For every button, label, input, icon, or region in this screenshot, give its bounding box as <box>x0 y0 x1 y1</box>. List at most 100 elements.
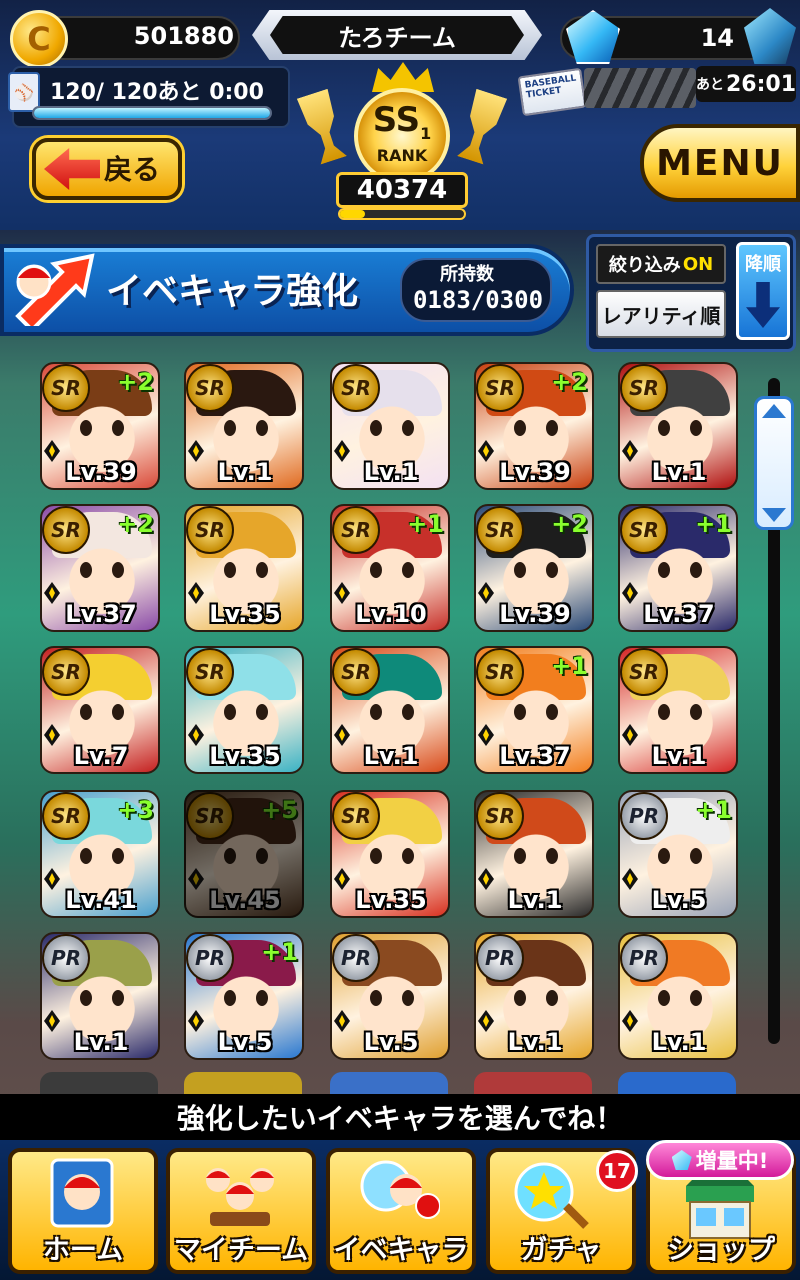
character-card[interactable]: SR +1 Lv.10 <box>330 504 450 632</box>
character-card[interactable]: SR Lv.1 <box>330 646 450 774</box>
stamina-text: 120/ 120あと 0:00 <box>50 80 264 105</box>
rarity-badge: SR <box>476 364 524 412</box>
character-card[interactable]: SR +1 Lv.37 <box>474 646 594 774</box>
rarity-badge: SR <box>620 364 668 412</box>
sort-order-label: 降順 <box>745 254 781 275</box>
home-book-icon <box>50 1158 114 1228</box>
character-eye <box>370 848 382 864</box>
character-level: Lv.1 <box>507 1028 563 1056</box>
character-eye <box>658 420 670 436</box>
gem-value: 14 <box>700 24 734 52</box>
menu-button[interactable]: MENU <box>640 124 800 202</box>
character-card[interactable]: SR Lv.1 <box>474 790 594 918</box>
back-button-label: 戻る <box>104 153 161 186</box>
character-card[interactable]: SR Lv.1 <box>184 362 304 490</box>
coin-icon: C <box>10 10 68 68</box>
character-eye <box>690 848 702 864</box>
character-level: Lv.39 <box>499 600 571 628</box>
shop-bonus-badge: 増量中! <box>646 1140 794 1180</box>
character-card[interactable]: SR Lv.35 <box>184 646 304 774</box>
character-eye <box>546 990 558 1006</box>
partial-card <box>330 1072 448 1094</box>
rarity-badge: SR <box>476 506 524 554</box>
instruction-text: 強化したいイベキャラを選んでね！ <box>0 1094 800 1140</box>
shop-badge-text: 増量中! <box>695 1149 769 1173</box>
rarity-badge: PR <box>186 934 234 982</box>
character-level: Lv.1 <box>651 1028 707 1056</box>
character-card[interactable]: SR +5 Lv.45 <box>184 790 304 918</box>
character-card[interactable]: SR +3 Lv.41 <box>40 790 160 918</box>
owned-count-value: 0183/0300 <box>412 286 544 314</box>
rarity-badge: SR <box>186 506 234 554</box>
team-name[interactable]: たろチーム <box>270 16 524 54</box>
rarity-badge: SR <box>42 364 90 412</box>
filter-label: 絞り込み <box>608 255 681 276</box>
character-level: Lv.10 <box>355 600 427 628</box>
character-card[interactable]: SR Lv.35 <box>184 504 304 632</box>
character-eye <box>256 990 268 1006</box>
character-level: Lv.45 <box>209 886 281 914</box>
character-card[interactable]: SR Lv.1 <box>618 362 738 490</box>
character-level: Lv.1 <box>73 1028 129 1056</box>
character-card[interactable]: PR Lv.1 <box>474 932 594 1060</box>
character-level: Lv.1 <box>363 742 419 770</box>
character-card[interactable]: SR +2 Lv.37 <box>40 504 160 632</box>
ticket-timer: あと 26:01 <box>696 66 796 102</box>
nav-shop-label: ショップ <box>667 1235 775 1266</box>
character-eye <box>224 704 236 720</box>
character-eye <box>224 848 236 864</box>
bonus-plus-badge: +1 <box>551 652 588 680</box>
character-eye <box>514 562 526 578</box>
nav-home-label: ホーム <box>42 1235 124 1266</box>
nav-evechara-label: イベキャラ <box>333 1235 469 1266</box>
bonus-plus-badge: +3 <box>117 796 154 824</box>
character-card[interactable]: SR +1 Lv.37 <box>618 504 738 632</box>
character-card[interactable]: SR +2 Lv.39 <box>40 362 160 490</box>
bonus-plus-badge: +1 <box>695 510 732 538</box>
character-eye <box>546 420 558 436</box>
bonus-plus-badge: +5 <box>261 796 298 824</box>
character-card[interactable]: PR Lv.1 <box>618 932 738 1060</box>
filter-toggle[interactable]: 絞り込み ON <box>596 244 726 284</box>
stamina-bar-fill <box>34 108 270 118</box>
rarity-badge: SR <box>186 648 234 696</box>
rank-progress-fill <box>340 210 365 218</box>
character-eye <box>658 990 670 1006</box>
character-card[interactable]: SR Lv.35 <box>330 790 450 918</box>
sort-rarity-button[interactable]: レアリティ順 <box>596 290 726 338</box>
rarity-badge: PR <box>332 934 380 982</box>
partial-card <box>184 1072 302 1094</box>
owned-count-label: 所持数 <box>440 264 494 285</box>
character-eye <box>80 704 92 720</box>
rarity-badge: SR <box>42 506 90 554</box>
character-eye <box>658 562 670 578</box>
character-eye <box>112 990 124 1006</box>
character-card[interactable]: PR +1 Lv.5 <box>618 790 738 918</box>
character-card[interactable]: SR +2 Lv.39 <box>474 504 594 632</box>
character-eye <box>80 420 92 436</box>
character-eye <box>256 704 268 720</box>
character-eye <box>224 420 236 436</box>
character-card[interactable]: SR Lv.1 <box>618 646 738 774</box>
ticket-time-prefix: あと <box>695 77 724 93</box>
character-eye <box>224 562 236 578</box>
character-eye <box>370 562 382 578</box>
character-level: Lv.1 <box>507 886 563 914</box>
character-eye <box>658 848 670 864</box>
character-eye <box>690 990 702 1006</box>
character-card[interactable]: SR Lv.1 <box>330 362 450 490</box>
character-level: Lv.35 <box>355 886 427 914</box>
character-eye <box>370 990 382 1006</box>
character-level: Lv.41 <box>65 886 137 914</box>
rarity-badge: SR <box>476 648 524 696</box>
character-eye <box>546 562 558 578</box>
character-card[interactable]: PR +1 Lv.5 <box>184 932 304 1060</box>
character-eye <box>402 848 414 864</box>
character-card[interactable]: PR Lv.5 <box>330 932 450 1060</box>
rank-sub: 1 <box>420 123 432 143</box>
character-card[interactable]: SR Lv.7 <box>40 646 160 774</box>
character-card[interactable]: PR Lv.1 <box>40 932 160 1060</box>
character-eye <box>224 990 236 1006</box>
character-card[interactable]: SR +2 Lv.39 <box>474 362 594 490</box>
character-level: Lv.1 <box>651 458 707 486</box>
